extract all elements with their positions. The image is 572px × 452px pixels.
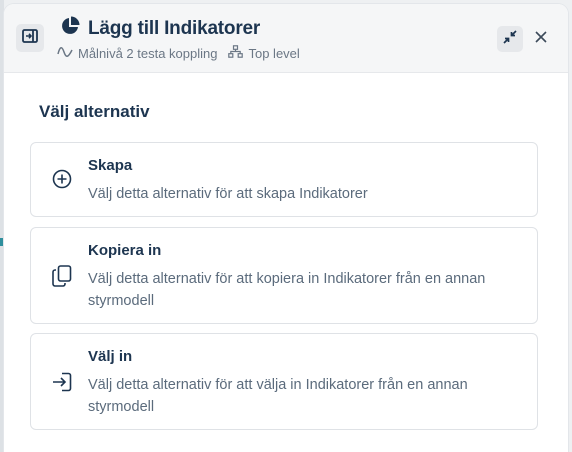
section-title: Välj alternativ [39,102,150,121]
meta-goal-level-label: Målnivå 2 testa koppling [78,45,218,61]
minimize-arrows-icon [503,29,517,49]
dialog-header: Lägg till Indikatorer Målnivå 2 testa ko… [4,4,568,73]
option-create-title: Skapa [88,157,133,174]
plus-circle-icon [51,168,73,190]
collapse-panel-button[interactable] [16,24,44,52]
wave-icon [57,46,73,61]
dialog-title-row: Lägg till Indikatorer [60,16,260,41]
copy-icon [51,265,73,287]
dialog-panel: Lägg till Indikatorer Målnivå 2 testa ko… [4,4,568,452]
minimize-button[interactable] [497,26,523,52]
option-copy[interactable]: Kopiera in Välj detta alternativ för att… [30,227,538,324]
option-select[interactable]: Välj in Välj detta alternativ för att vä… [30,333,538,430]
close-button[interactable] [530,28,552,50]
dialog-title: Lägg till Indikatorer [88,17,261,39]
option-create[interactable]: Skapa Välj detta alternativ för att skap… [30,142,538,217]
panel-collapse-icon [22,28,38,48]
option-copy-title: Kopiera in [88,242,162,259]
close-icon [535,30,547,48]
dialog-meta: Målnivå 2 testa koppling Top level [57,45,300,61]
option-create-description: Välj detta alternativ för att skapa Indi… [88,186,368,202]
meta-level-label: Top level [248,45,300,61]
option-select-description: Välj detta alternativ för att välja in I… [88,377,468,415]
option-select-title: Välj in [88,348,133,365]
meta-level: Top level [228,45,300,61]
sign-in-icon [51,371,73,393]
meta-goal-level: Målnivå 2 testa koppling [57,46,217,61]
option-copy-description: Välj detta alternativ för att kopiera in… [88,271,486,309]
hierarchy-icon [228,45,244,61]
pie-chart-icon [60,16,80,41]
